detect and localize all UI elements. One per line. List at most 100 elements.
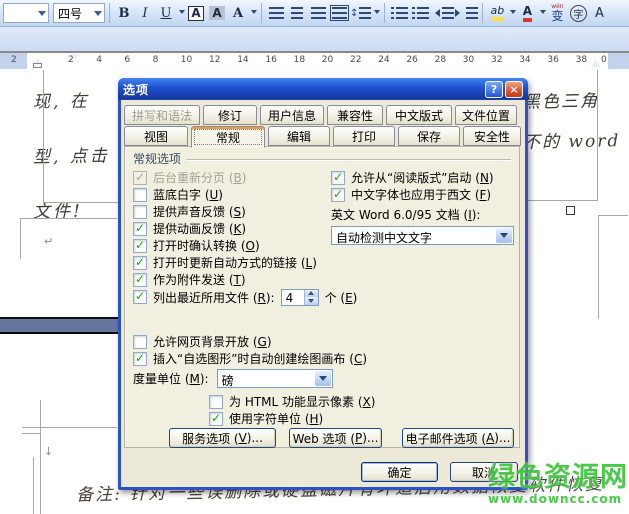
checkbox-option[interactable]: 中文字体也应用于西文 (F) [331, 186, 514, 203]
chevron-down-icon[interactable] [251, 10, 257, 17]
dialog-tab[interactable]: 兼容性 [327, 105, 383, 125]
checkbox[interactable] [133, 188, 147, 202]
highlight-button[interactable]: ab [487, 3, 507, 24]
dialog-tab[interactable]: 常规 [191, 126, 265, 148]
chevron-down-icon[interactable] [94, 11, 102, 20]
font-name-combo[interactable] [3, 3, 49, 23]
help-button[interactable]: ? [485, 81, 503, 98]
line-spacing-button[interactable]: ↕ [350, 3, 371, 24]
bold-button[interactable]: B [114, 3, 134, 24]
textbox-border[interactable] [20, 218, 117, 219]
bullets-button[interactable] [410, 3, 430, 24]
textbox-border[interactable] [43, 70, 44, 202]
dialog-tab[interactable]: 视图 [124, 126, 188, 146]
checkbox-option[interactable]: 允许网页背景开放 (G) [133, 333, 367, 350]
close-button[interactable]: × [505, 81, 523, 98]
recent-files-option[interactable]: 列出最近所用文件 (R): 4 个 (E) [133, 288, 357, 306]
toolbar-separator [384, 3, 385, 23]
spinner-up-button[interactable] [304, 290, 318, 298]
recent-files-spinner[interactable]: 4 [281, 289, 319, 306]
character-border-button[interactable]: A [186, 3, 206, 24]
checkbox-option[interactable]: 插入“自选图形”时自动创建绘图画布 (C) [133, 350, 367, 367]
checkbox-option[interactable]: 作为附件发送 (T) [133, 271, 357, 288]
dialog-tab[interactable]: 打印 [333, 126, 395, 146]
decrease-indent-button[interactable] [431, 3, 454, 24]
chevron-down-icon[interactable] [540, 10, 546, 17]
checkbox-option[interactable]: 使用字符单位 (H) [209, 410, 375, 427]
measure-unit-dropdown[interactable]: 磅 [217, 369, 333, 388]
chevron-down-icon[interactable] [38, 11, 46, 20]
phonetic-guide-button[interactable]: wén 变 [547, 3, 567, 24]
font-color-button[interactable]: A [517, 3, 537, 24]
increase-indent-button[interactable] [455, 3, 478, 24]
character-shading-button[interactable]: A [207, 3, 227, 24]
chevron-down-icon[interactable] [315, 371, 331, 386]
textbox-border[interactable] [597, 70, 598, 201]
textbox-border[interactable] [598, 215, 628, 216]
partial-toolbar-button[interactable]: A [589, 3, 609, 24]
checkbox[interactable] [133, 205, 147, 219]
dialog-tab[interactable]: 文件位置 [455, 105, 517, 125]
checkbox[interactable] [209, 412, 223, 426]
service-options-button[interactable]: 服务选项 (V)... [169, 428, 276, 448]
checkbox-option[interactable]: 打开时更新自动方式的链接 (L) [133, 254, 357, 271]
table-gridline [22, 433, 40, 434]
checkbox[interactable] [133, 273, 147, 287]
align-left-button[interactable] [266, 3, 286, 24]
checkbox-option[interactable]: 允许从“阅读版式”启动 (N) [331, 169, 514, 186]
checkbox[interactable] [133, 239, 147, 253]
dialog-tab[interactable]: 保存 [398, 126, 460, 146]
checkbox[interactable] [133, 352, 147, 366]
chevron-down-icon[interactable] [374, 10, 380, 17]
checkbox[interactable] [331, 171, 345, 185]
dialog-tab[interactable]: 安全性 [463, 126, 521, 146]
dialog-tab[interactable]: 用户信息 [260, 105, 324, 125]
dialog-tab[interactable]: 中文版式 [386, 105, 452, 125]
italic-button[interactable]: I [135, 3, 155, 24]
checkbox[interactable] [133, 335, 147, 349]
email-options-button[interactable]: 电子邮件选项 (A)... [402, 428, 514, 448]
numbering-button[interactable] [389, 3, 409, 24]
textbox-border[interactable] [525, 200, 598, 201]
checkbox[interactable] [133, 256, 147, 270]
checkbox[interactable] [209, 395, 223, 409]
web-options-button[interactable]: Web 选项 (P)... [289, 428, 382, 448]
distribute-button[interactable] [329, 3, 349, 24]
doc-text-line: 型, 点击 [33, 141, 110, 167]
ruler-number: 38 [576, 55, 587, 65]
spinner-down-button[interactable] [304, 297, 318, 305]
dialog-tab[interactable]: 修订 [203, 105, 257, 125]
checkbox-option[interactable]: 蓝底白字 (U) [133, 186, 357, 203]
checkbox-label: 作为附件发送 (T) [153, 271, 246, 288]
align-right-button[interactable] [308, 3, 328, 24]
checkbox[interactable] [133, 222, 147, 236]
checkbox[interactable] [133, 171, 147, 185]
underline-button[interactable]: U [156, 3, 176, 24]
dialog-tab[interactable]: 拼写和语法 [124, 105, 200, 125]
language-detect-dropdown[interactable]: 自动检测中文文字 [331, 226, 514, 245]
checkbox-option[interactable]: 为 HTML 功能显示像素 (X) [209, 393, 375, 410]
checkbox[interactable] [331, 188, 345, 202]
resize-handle[interactable] [566, 206, 575, 215]
font-size-combo[interactable]: 四号 [53, 3, 105, 23]
left-indent-marker[interactable] [33, 63, 42, 68]
character-scaling-button[interactable]: A [228, 3, 248, 24]
checkbox-label: 为 HTML 功能显示像素 (X) [229, 393, 375, 410]
chevron-down-icon[interactable] [179, 10, 185, 17]
checkbox-option[interactable]: 打开时确认转换 (O) [133, 237, 357, 254]
dialog-tab[interactable]: 编辑 [268, 126, 330, 146]
dialog-titlebar[interactable]: 选项 ? × [118, 78, 528, 100]
textbox-border[interactable] [43, 202, 118, 203]
textbox-border[interactable] [20, 218, 21, 259]
checkbox-option[interactable]: 后台重新分页 (B) [133, 169, 357, 186]
ok-button[interactable]: 确定 [361, 462, 438, 482]
checkbox[interactable] [133, 290, 147, 304]
ruler-number: 14 [237, 55, 248, 65]
align-center-button[interactable] [287, 3, 307, 24]
enclose-characters-button[interactable]: 字 [568, 3, 588, 24]
chevron-down-icon[interactable] [496, 228, 512, 243]
textbox-border[interactable] [598, 215, 599, 319]
chevron-down-icon[interactable] [510, 10, 516, 17]
checkbox-option[interactable]: 提供动画反馈 (K) [133, 220, 357, 237]
checkbox-option[interactable]: 提供声音反馈 (S) [133, 203, 357, 220]
